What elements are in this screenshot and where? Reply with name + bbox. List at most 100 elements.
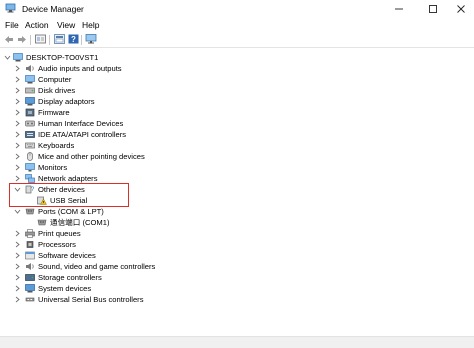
tree-item-hid[interactable]: Human Interface Devices: [0, 118, 474, 129]
tree-item-ports[interactable]: Ports (COM & LPT): [0, 206, 474, 217]
tree-item-usb-controllers[interactable]: Universal Serial Bus controllers: [0, 294, 474, 305]
tree-root[interactable]: DESKTOP-TO0VST1: [0, 52, 474, 63]
storage-controller-icon: [25, 273, 35, 282]
tree-item-audio[interactable]: Audio inputs and outputs: [0, 63, 474, 74]
tree-item-processors[interactable]: Processors: [0, 239, 474, 250]
tree-item-keyboards[interactable]: Keyboards: [0, 140, 474, 151]
tree-item-label: Print queues: [38, 229, 81, 238]
tree-item-label: Keyboards: [38, 141, 75, 150]
tree-item-storage-controllers[interactable]: Storage controllers: [0, 272, 474, 283]
keyboard-icon: [25, 141, 35, 150]
chevron-right-icon[interactable]: [14, 230, 21, 237]
tree-item-disk-drives[interactable]: Disk drives: [0, 85, 474, 96]
tree-item-label: Ports (COM & LPT): [38, 207, 104, 216]
port-icon: [37, 218, 47, 227]
menu-bar: File Action View Help: [0, 18, 474, 32]
chevron-right-icon[interactable]: [14, 263, 21, 270]
minimize-icon: [394, 4, 404, 14]
tree-item-label: Computer: [38, 75, 72, 84]
chevron-down-icon[interactable]: [4, 54, 11, 61]
update-driver-icon: [53, 34, 65, 46]
chevron-right-icon[interactable]: [14, 98, 21, 105]
chevron-right-icon[interactable]: [14, 131, 21, 138]
chevron-right-icon[interactable]: [14, 65, 21, 72]
properties-button[interactable]: [34, 34, 46, 46]
help-button[interactable]: ?: [67, 34, 79, 46]
tree-item-display-adaptors[interactable]: Display adaptors: [0, 96, 474, 107]
tree-item-label: Audio inputs and outputs: [38, 64, 122, 73]
chevron-right-icon[interactable]: [14, 241, 21, 248]
chevron-right-icon[interactable]: [14, 153, 21, 160]
help-icon: ?: [68, 34, 79, 46]
menu-view[interactable]: View: [57, 20, 75, 30]
chevron-right-icon[interactable]: [14, 109, 21, 116]
chevron-right-icon[interactable]: [14, 120, 21, 127]
minimize-button[interactable]: [386, 0, 412, 18]
update-driver-button[interactable]: [53, 34, 65, 46]
maximize-icon: [428, 4, 438, 14]
title-bar: Device Manager: [0, 0, 474, 18]
svg-text:?: ?: [71, 35, 76, 44]
chevron-right-icon[interactable]: [14, 164, 21, 171]
highlight-box: [9, 183, 129, 207]
tree-item-label: Monitors: [38, 163, 68, 172]
tree-item-mice[interactable]: Mice and other pointing devices: [0, 151, 474, 162]
firmware-icon: [25, 108, 35, 117]
tree-item-monitors[interactable]: Monitors: [0, 162, 474, 173]
tree-item-label: Disk drives: [38, 86, 76, 95]
close-icon: [456, 4, 466, 14]
maximize-button[interactable]: [420, 0, 446, 18]
scan-hardware-button[interactable]: [85, 34, 97, 46]
system-device-icon: [25, 284, 35, 293]
speaker-icon: [25, 64, 35, 73]
tree-item-label: IDE ATA/ATAPI controllers: [38, 130, 127, 139]
tree-item-computer[interactable]: Computer: [0, 74, 474, 85]
window-title: Device Manager: [22, 4, 84, 14]
ide-controller-icon: [25, 130, 35, 139]
tree-item-system-devices[interactable]: System devices: [0, 283, 474, 294]
chevron-right-icon[interactable]: [14, 142, 21, 149]
chevron-right-icon[interactable]: [14, 175, 21, 182]
tree-item-ide-controllers[interactable]: IDE ATA/ATAPI controllers: [0, 129, 474, 140]
toolbar-separator: [49, 35, 50, 45]
computer-icon: [13, 53, 23, 62]
tree-item-label: Firmware: [38, 108, 70, 117]
toolbar-separator: [30, 35, 31, 45]
chevron-right-icon[interactable]: [14, 252, 21, 259]
tree-item-software-devices[interactable]: Software devices: [0, 250, 474, 261]
chevron-right-icon[interactable]: [14, 76, 21, 83]
tree-item-sound-video-game[interactable]: Sound, video and game controllers: [0, 261, 474, 272]
forward-button[interactable]: [16, 34, 28, 46]
chevron-right-icon[interactable]: [14, 296, 21, 303]
usb-icon: [25, 295, 35, 304]
close-button[interactable]: [448, 0, 474, 18]
menu-action[interactable]: Action: [25, 20, 49, 30]
chevron-right-icon[interactable]: [14, 285, 21, 292]
computer-icon: [25, 75, 35, 84]
scan-hardware-icon: [85, 34, 97, 46]
tree-item-label: Processors: [38, 240, 76, 249]
port-icon: [25, 207, 35, 216]
tree-item-label: Storage controllers: [38, 273, 102, 282]
sound-controller-icon: [25, 262, 35, 271]
tree-item-label: Display adaptors: [38, 97, 95, 106]
properties-icon: [34, 34, 46, 46]
processor-icon: [25, 240, 35, 249]
tree-item-print-queues[interactable]: Print queues: [0, 228, 474, 239]
back-button[interactable]: [3, 34, 15, 46]
tree-item-com1[interactable]: 通信端口 (COM1): [0, 217, 474, 228]
toolbar-separator: [81, 35, 82, 45]
menu-file[interactable]: File: [5, 20, 19, 30]
tree-item-label: Universal Serial Bus controllers: [38, 295, 144, 304]
chevron-down-icon[interactable]: [14, 208, 21, 215]
software-device-icon: [25, 251, 35, 260]
chevron-right-icon[interactable]: [14, 87, 21, 94]
tree-item-label: System devices: [38, 284, 92, 293]
printer-icon: [25, 229, 35, 238]
menu-help[interactable]: Help: [82, 20, 99, 30]
chevron-right-icon[interactable]: [14, 274, 21, 281]
back-arrow-icon: [4, 35, 14, 46]
monitor-icon: [25, 163, 35, 172]
tree-item-firmware[interactable]: Firmware: [0, 107, 474, 118]
tree-item-label: Software devices: [38, 251, 96, 260]
